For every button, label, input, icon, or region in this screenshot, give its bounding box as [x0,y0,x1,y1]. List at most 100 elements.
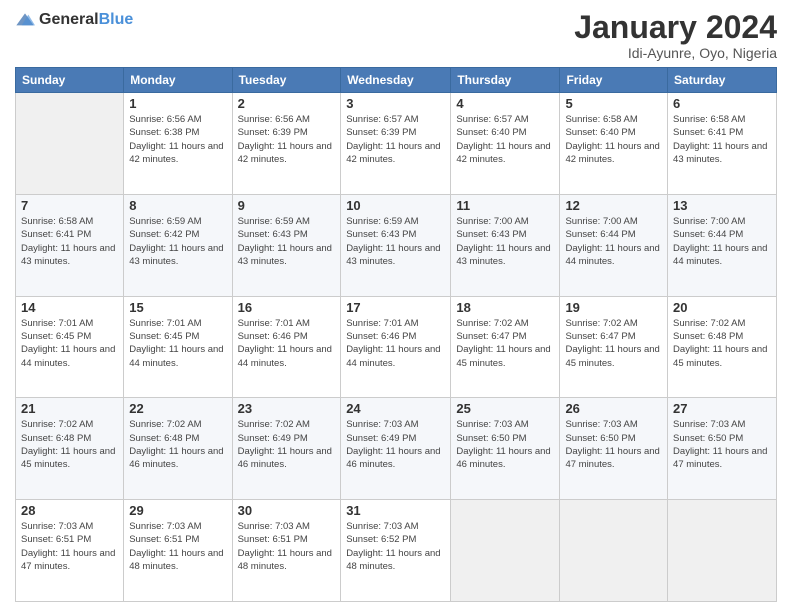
calendar-table: SundayMondayTuesdayWednesdayThursdayFrid… [15,67,777,602]
col-header-monday: Monday [124,68,232,93]
day-number: 5 [565,96,662,111]
title-area: January 2024 Idi-Ayunre, Oyo, Nigeria [574,10,777,61]
day-info: Sunrise: 7:03 AM Sunset: 6:50 PM Dayligh… [456,418,554,471]
day-info: Sunrise: 7:02 AM Sunset: 6:48 PM Dayligh… [21,418,118,471]
day-cell [560,500,668,602]
day-info: Sunrise: 7:03 AM Sunset: 6:50 PM Dayligh… [565,418,662,471]
day-number: 16 [238,300,336,315]
page: GeneralBlue January 2024 Idi-Ayunre, Oyo… [0,0,792,612]
day-info: Sunrise: 7:03 AM Sunset: 6:51 PM Dayligh… [238,520,336,573]
day-number: 22 [129,401,226,416]
week-row-5: 28 Sunrise: 7:03 AM Sunset: 6:51 PM Dayli… [16,500,777,602]
day-info: Sunrise: 7:03 AM Sunset: 6:49 PM Dayligh… [346,418,445,471]
day-cell: 29 Sunrise: 7:03 AM Sunset: 6:51 PM Dayli… [124,500,232,602]
day-cell: 31 Sunrise: 7:03 AM Sunset: 6:52 PM Dayli… [341,500,451,602]
day-cell: 1 Sunrise: 6:56 AM Sunset: 6:38 PM Daylig… [124,93,232,195]
day-info: Sunrise: 7:02 AM Sunset: 6:48 PM Dayligh… [129,418,226,471]
day-number: 9 [238,198,336,213]
day-number: 12 [565,198,662,213]
day-info: Sunrise: 6:57 AM Sunset: 6:40 PM Dayligh… [456,113,554,166]
day-info: Sunrise: 6:56 AM Sunset: 6:38 PM Dayligh… [129,113,226,166]
col-header-friday: Friday [560,68,668,93]
header-row: SundayMondayTuesdayWednesdayThursdayFrid… [16,68,777,93]
logo-text: GeneralBlue [39,11,133,29]
day-info: Sunrise: 6:58 AM Sunset: 6:40 PM Dayligh… [565,113,662,166]
day-cell: 6 Sunrise: 6:58 AM Sunset: 6:41 PM Daylig… [668,93,777,195]
day-number: 3 [346,96,445,111]
day-number: 10 [346,198,445,213]
day-number: 15 [129,300,226,315]
day-number: 20 [673,300,771,315]
day-cell: 3Sunrise: 6:57 AM Sunset: 6:39 PM Daylig… [341,93,451,195]
day-cell: 21 Sunrise: 7:02 AM Sunset: 6:48 PM Dayli… [16,398,124,500]
day-number: 13 [673,198,771,213]
day-info: Sunrise: 7:03 AM Sunset: 6:50 PM Dayligh… [673,418,771,471]
day-number: 2 [238,96,336,111]
day-cell: 4 Sunrise: 6:57 AM Sunset: 6:40 PM Daylig… [451,93,560,195]
day-cell: 22 Sunrise: 7:02 AM Sunset: 6:48 PM Dayli… [124,398,232,500]
day-info: Sunrise: 7:00 AM Sunset: 6:43 PM Dayligh… [456,215,554,268]
day-info: Sunrise: 6:56 AM Sunset: 6:39 PM Dayligh… [238,113,336,166]
day-number: 24 [346,401,445,416]
day-cell: 5 Sunrise: 6:58 AM Sunset: 6:40 PM Daylig… [560,93,668,195]
week-row-1: 1 Sunrise: 6:56 AM Sunset: 6:38 PM Daylig… [16,93,777,195]
week-row-4: 21 Sunrise: 7:02 AM Sunset: 6:48 PM Dayli… [16,398,777,500]
day-number: 6 [673,96,771,111]
logo-general: General [39,11,99,28]
day-number: 25 [456,401,554,416]
day-info: Sunrise: 6:58 AM Sunset: 6:41 PM Dayligh… [673,113,771,166]
day-cell: 9Sunrise: 6:59 AM Sunset: 6:43 PM Daylig… [232,194,341,296]
day-number: 18 [456,300,554,315]
header: GeneralBlue January 2024 Idi-Ayunre, Oyo… [15,10,777,61]
day-number: 19 [565,300,662,315]
day-info: Sunrise: 7:01 AM Sunset: 6:46 PM Dayligh… [238,317,336,370]
day-info: Sunrise: 7:02 AM Sunset: 6:49 PM Dayligh… [238,418,336,471]
day-number: 31 [346,503,445,518]
day-info: Sunrise: 7:03 AM Sunset: 6:52 PM Dayligh… [346,520,445,573]
day-cell: 7 Sunrise: 6:58 AM Sunset: 6:41 PM Daylig… [16,194,124,296]
day-info: Sunrise: 7:02 AM Sunset: 6:47 PM Dayligh… [456,317,554,370]
day-cell: 12 Sunrise: 7:00 AM Sunset: 6:44 PM Dayli… [560,194,668,296]
day-number: 7 [21,198,118,213]
logo: GeneralBlue [15,10,133,30]
day-number: 11 [456,198,554,213]
day-cell: 14 Sunrise: 7:01 AM Sunset: 6:45 PM Dayli… [16,296,124,398]
day-cell: 10Sunrise: 6:59 AM Sunset: 6:43 PM Dayli… [341,194,451,296]
day-cell [16,93,124,195]
day-info: Sunrise: 7:02 AM Sunset: 6:48 PM Dayligh… [673,317,771,370]
day-number: 14 [21,300,118,315]
day-cell: 20 Sunrise: 7:02 AM Sunset: 6:48 PM Dayli… [668,296,777,398]
day-number: 4 [456,96,554,111]
day-cell [668,500,777,602]
day-info: Sunrise: 7:00 AM Sunset: 6:44 PM Dayligh… [673,215,771,268]
week-row-2: 7 Sunrise: 6:58 AM Sunset: 6:41 PM Daylig… [16,194,777,296]
day-info: Sunrise: 7:02 AM Sunset: 6:47 PM Dayligh… [565,317,662,370]
day-info: Sunrise: 6:58 AM Sunset: 6:41 PM Dayligh… [21,215,118,268]
day-cell: 24 Sunrise: 7:03 AM Sunset: 6:49 PM Dayli… [341,398,451,500]
day-cell: 16 Sunrise: 7:01 AM Sunset: 6:46 PM Dayli… [232,296,341,398]
day-cell: 23Sunrise: 7:02 AM Sunset: 6:49 PM Dayli… [232,398,341,500]
day-cell: 18 Sunrise: 7:02 AM Sunset: 6:47 PM Dayli… [451,296,560,398]
day-cell: 28Sunrise: 7:03 AM Sunset: 6:51 PM Dayli… [16,500,124,602]
day-cell [451,500,560,602]
day-info: Sunrise: 6:59 AM Sunset: 6:42 PM Dayligh… [129,215,226,268]
day-info: Sunrise: 7:01 AM Sunset: 6:45 PM Dayligh… [21,317,118,370]
day-number: 28 [21,503,118,518]
day-cell: 11 Sunrise: 7:00 AM Sunset: 6:43 PM Dayli… [451,194,560,296]
day-cell: 25 Sunrise: 7:03 AM Sunset: 6:50 PM Dayli… [451,398,560,500]
week-row-3: 14 Sunrise: 7:01 AM Sunset: 6:45 PM Dayli… [16,296,777,398]
day-cell: 17Sunrise: 7:01 AM Sunset: 6:46 PM Dayli… [341,296,451,398]
day-info: Sunrise: 7:01 AM Sunset: 6:45 PM Dayligh… [129,317,226,370]
day-number: 30 [238,503,336,518]
col-header-wednesday: Wednesday [341,68,451,93]
day-number: 21 [21,401,118,416]
day-number: 29 [129,503,226,518]
day-number: 1 [129,96,226,111]
day-info: Sunrise: 7:03 AM Sunset: 6:51 PM Dayligh… [129,520,226,573]
logo-blue: Blue [99,11,134,28]
col-header-tuesday: Tuesday [232,68,341,93]
day-info: Sunrise: 7:00 AM Sunset: 6:44 PM Dayligh… [565,215,662,268]
col-header-thursday: Thursday [451,68,560,93]
day-cell: 30 Sunrise: 7:03 AM Sunset: 6:51 PM Dayli… [232,500,341,602]
col-header-saturday: Saturday [668,68,777,93]
